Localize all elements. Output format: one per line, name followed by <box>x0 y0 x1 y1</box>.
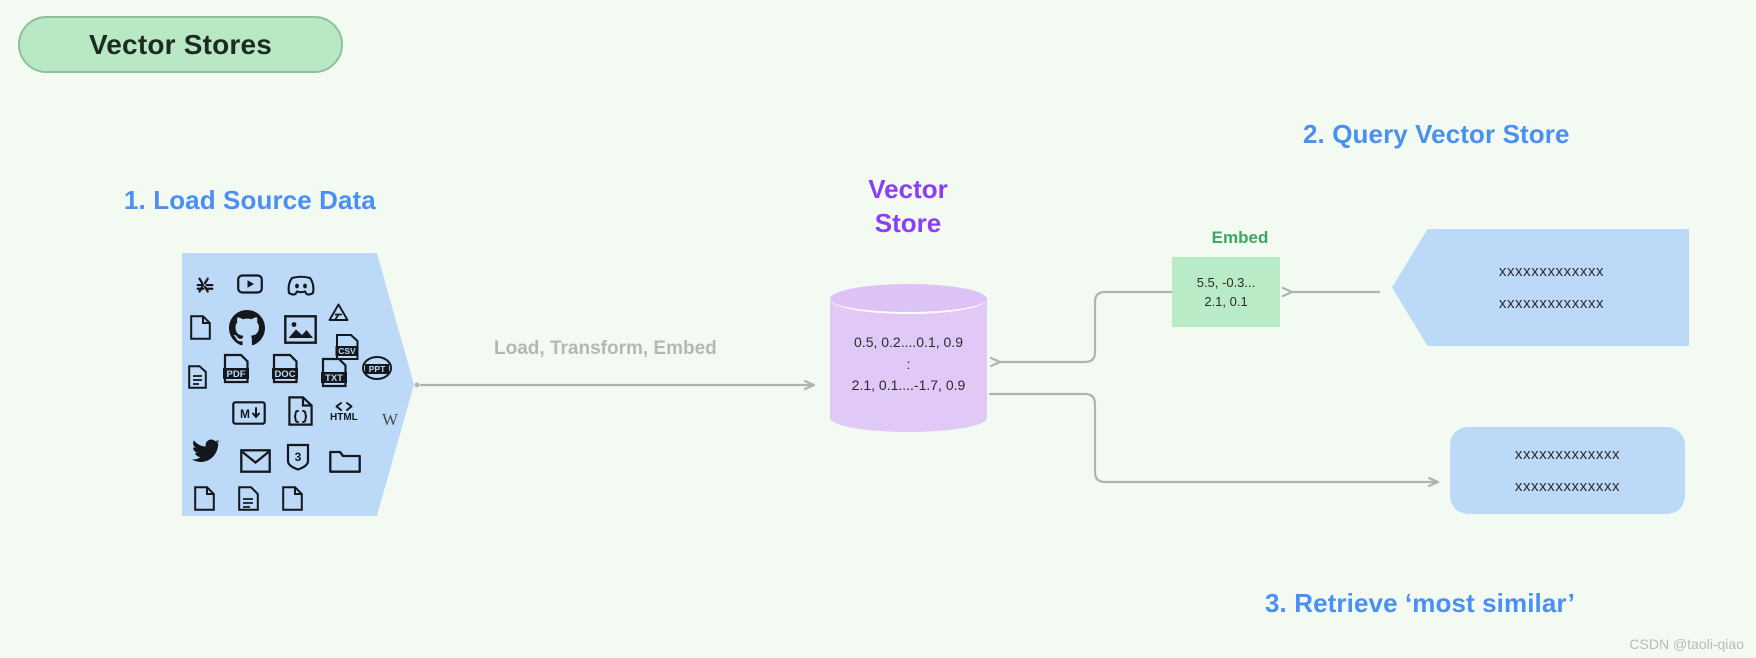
embed-row: 5.5, -0.3... <box>1196 274 1256 290</box>
cylinder-top <box>830 284 987 314</box>
embed-label: Embed <box>1211 228 1269 247</box>
query-row: xxxxxxxxxxxxx <box>1498 263 1605 280</box>
vector-store-row: 0.5, 0.2....0.1, 0.9 <box>854 334 963 350</box>
vector-store-row: : <box>906 355 911 372</box>
diagram-canvas: Vector Stores 1. Load Source Data 2. Que… <box>0 0 1756 658</box>
embed-row: 2.1, 0.1 <box>1204 294 1248 309</box>
arrow-store-to-result <box>988 392 1440 482</box>
watermark: CSDN @taoli-qiao <box>1629 636 1744 652</box>
query-row: xxxxxxxxxxxxx <box>1498 294 1605 312</box>
vector-store-values: 0.5, 0.2....0.1, 0.9 : 2.1, 0.1....-1.7,… <box>830 332 987 397</box>
result-row: xxxxxxxxxxxxx <box>1514 477 1621 495</box>
arrow-embed-to-store <box>1000 290 1174 362</box>
query-text-shape: xxxxxxxxxxxxx xxxxxxxxxxxxx <box>1392 229 1689 346</box>
embed-vector-box: 5.5, -0.3... 2.1, 0.1 <box>1172 257 1280 327</box>
cylinder-bottom <box>830 404 987 432</box>
result-row: xxxxxxxxxxxxx <box>1514 446 1621 463</box>
connector-dot <box>414 382 420 388</box>
vector-store-cylinder: 0.5, 0.2....0.1, 0.9 : 2.1, 0.1....-1.7,… <box>830 284 987 432</box>
retrieved-result-box: xxxxxxxxxxxxx xxxxxxxxxxxxx <box>1450 427 1685 514</box>
vector-store-row: 2.1, 0.1....-1.7, 0.9 <box>851 377 966 394</box>
